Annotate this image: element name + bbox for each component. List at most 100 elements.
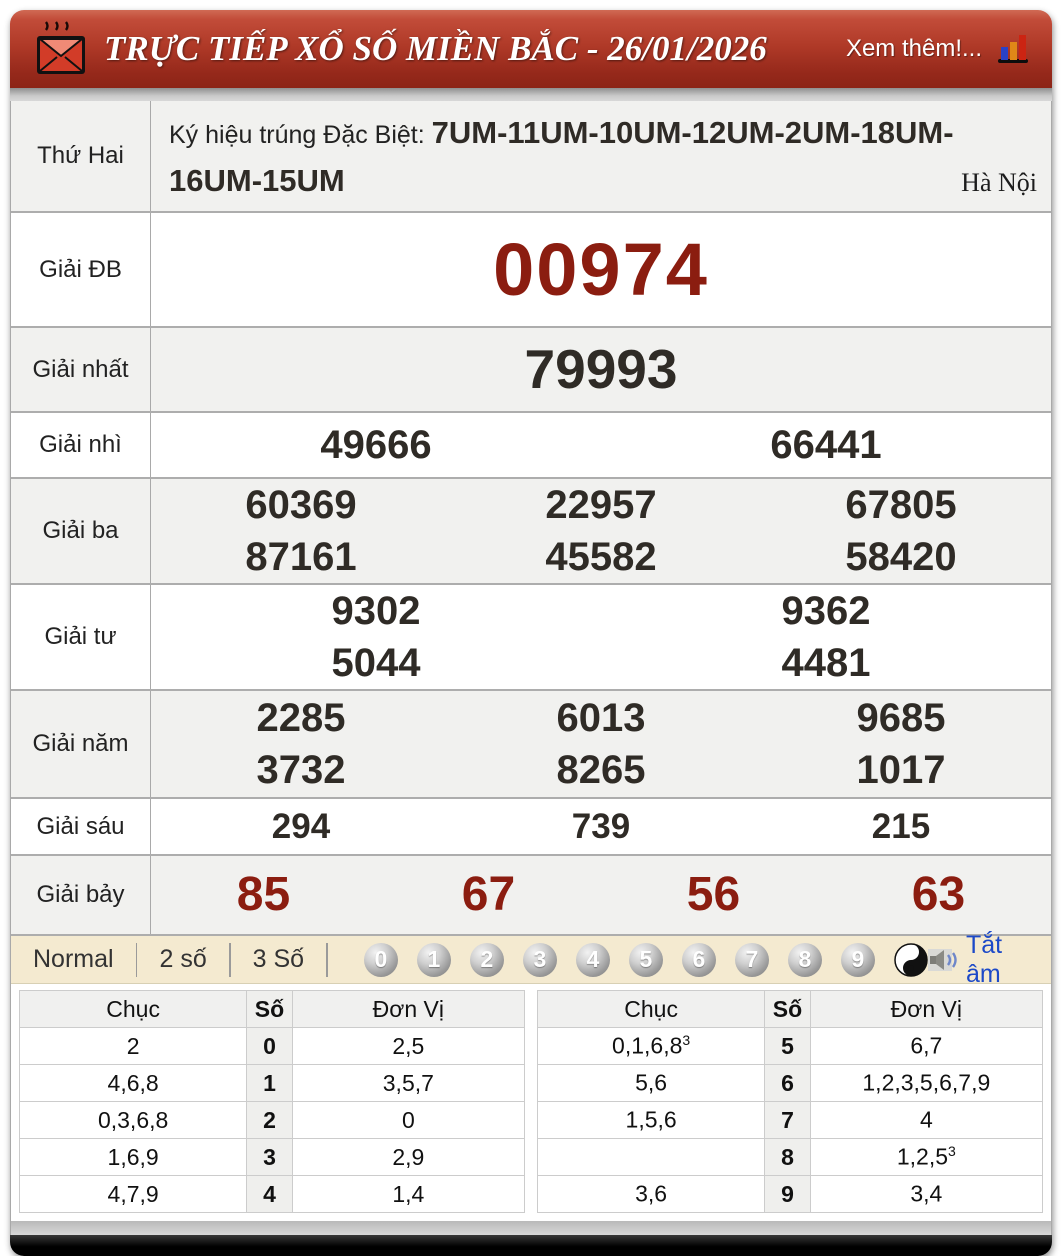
draw-info-row: Thứ Hai Ký hiệu trúng Đặc Biệt: 7UM-11UM… xyxy=(11,101,1051,214)
cell-chuc: 4,6,8 xyxy=(18,1064,248,1103)
prize-number: 9685 xyxy=(856,696,946,741)
table-row: 0,1,6,83 5 6,7 xyxy=(536,1027,1044,1066)
prize-number: 58420 xyxy=(845,535,957,580)
prize-number: 87161 xyxy=(245,535,357,580)
prize-number: 79993 xyxy=(524,337,678,400)
prize-row-fifth: Giải năm 2285 6013 9685 3732 8265 1017 xyxy=(11,691,1051,800)
mute-label: Tắt âm xyxy=(965,930,1003,988)
lottery-results-widget: TRỰC TIẾP XỔ SỐ MIỀN BẮC - 26/01/2026 Xe… xyxy=(10,10,1052,1256)
ball-5[interactable]: 5 xyxy=(628,942,663,977)
see-more-link[interactable]: Xem thêm!... xyxy=(846,35,982,63)
ball-7[interactable]: 7 xyxy=(734,942,769,977)
prize-number: 66441 xyxy=(770,423,882,468)
bar-chart-icon[interactable] xyxy=(996,33,1030,65)
prize-number: 5044 xyxy=(331,641,421,686)
col-header-donvi: Đơn Vị xyxy=(291,990,526,1029)
province-label: Hà Nội xyxy=(961,167,1037,197)
cell-so: 0 xyxy=(246,1027,293,1066)
prize-label: Giải bảy xyxy=(11,856,151,935)
cell-donvi: 6,7 xyxy=(809,1027,1044,1066)
prize-row-seventh: Giải bảy 85 67 56 63 xyxy=(11,856,1051,937)
prize-number: 49666 xyxy=(320,423,432,468)
prize-row-first: Giải nhất 79993 xyxy=(11,328,1051,414)
prize-number: 00974 xyxy=(493,227,709,311)
ball-2[interactable]: 2 xyxy=(469,942,504,977)
mode-3-digit[interactable]: 3 Số xyxy=(231,945,326,974)
table-row: 4,7,9 4 1,4 xyxy=(18,1175,526,1214)
prize-label: Giải nhất xyxy=(11,328,151,412)
cell-chuc: 5,6 xyxy=(536,1064,766,1103)
prize-number: 67805 xyxy=(845,483,957,528)
digit-summary-section: Chục Số Đơn Vị 2 0 2,5 4,6,8 1 3,5,7 0,3… xyxy=(11,984,1051,1222)
prize-number: 1017 xyxy=(856,748,946,793)
digit-ball-row: 0 1 2 3 4 5 6 7 8 9 xyxy=(363,942,928,977)
table-row: 1,6,9 3 2,9 xyxy=(18,1138,526,1177)
cell-chuc: 1,6,9 xyxy=(18,1138,248,1177)
prize-number: 9302 xyxy=(331,589,421,634)
prize-number: 22957 xyxy=(545,483,657,528)
prize-number: 8265 xyxy=(556,748,646,793)
cell-donvi: 1,2,3,5,6,7,9 xyxy=(809,1064,1044,1103)
cell-so: 2 xyxy=(246,1101,293,1140)
prize-row-second: Giải nhì 49666 66441 xyxy=(11,413,1051,480)
cell-chuc: 0,1,6,83 xyxy=(536,1027,766,1066)
ball-4[interactable]: 4 xyxy=(575,942,610,977)
cell-chuc: 1,5,6 xyxy=(536,1101,766,1140)
cell-chuc: 3,6 xyxy=(536,1175,766,1214)
ball-3[interactable]: 3 xyxy=(522,942,557,977)
cell-donvi: 0 xyxy=(291,1101,526,1140)
mute-button[interactable]: Tắt âm xyxy=(927,930,1037,989)
footer-bar xyxy=(10,1235,1052,1256)
hot-mail-icon xyxy=(37,21,85,74)
header-shadow-strip xyxy=(10,88,1052,101)
yin-yang-icon[interactable] xyxy=(894,942,928,977)
footer-shadow-strip xyxy=(10,1221,1052,1236)
prize-number: 739 xyxy=(571,806,631,846)
cell-so: 7 xyxy=(764,1101,811,1140)
col-header-so: Số xyxy=(246,990,293,1029)
prize-label: Giải sáu xyxy=(11,799,151,855)
prize-number: 45582 xyxy=(545,535,657,580)
speaker-icon xyxy=(927,947,958,973)
header-bar: TRỰC TIẾP XỔ SỐ MIỀN BẮC - 26/01/2026 Xe… xyxy=(10,10,1052,88)
prize-number: 2285 xyxy=(256,696,346,741)
prize-row-special: Giải ĐB 00974 xyxy=(11,213,1051,329)
cell-chuc: 0,3,6,8 xyxy=(18,1101,248,1140)
digit-table-right: Chục Số Đơn Vị 0,1,6,83 5 6,7 5,6 6 1,2,… xyxy=(536,990,1044,1214)
cell-so: 1 xyxy=(246,1064,293,1103)
mode-2-digit[interactable]: 2 số xyxy=(137,945,228,974)
digit-table-left: Chục Số Đơn Vị 2 0 2,5 4,6,8 1 3,5,7 0,3… xyxy=(18,990,526,1214)
prize-number: 294 xyxy=(271,806,331,846)
table-row: 8 1,2,53 xyxy=(536,1138,1044,1177)
cell-chuc: 2 xyxy=(18,1027,248,1066)
table-row: 0,3,6,8 2 0 xyxy=(18,1101,526,1140)
cell-donvi: 4 xyxy=(809,1101,1044,1140)
ball-1[interactable]: 1 xyxy=(416,942,451,977)
cell-so: 6 xyxy=(764,1064,811,1103)
prize-number: 9362 xyxy=(781,589,871,634)
ball-9[interactable]: 9 xyxy=(840,942,875,977)
weekday-label: Thứ Hai xyxy=(11,101,151,212)
cell-so: 3 xyxy=(246,1138,293,1177)
table-row: 2 0 2,5 xyxy=(18,1027,526,1066)
prize-number: 3732 xyxy=(256,748,346,793)
ball-8[interactable]: 8 xyxy=(787,942,822,977)
prize-number: 60369 xyxy=(245,483,357,528)
col-header-chuc: Chục xyxy=(536,990,766,1029)
ball-0[interactable]: 0 xyxy=(363,942,398,977)
cell-donvi: 2,9 xyxy=(291,1138,526,1177)
col-header-so: Số xyxy=(764,990,811,1029)
prize-number: 6013 xyxy=(556,696,646,741)
divider xyxy=(326,942,328,977)
prize-label: Giải ĐB xyxy=(11,213,151,327)
prize-number: 67 xyxy=(461,867,516,921)
cell-so: 5 xyxy=(764,1027,811,1066)
cell-so: 4 xyxy=(246,1175,293,1214)
table-row: 3,6 9 3,4 xyxy=(536,1175,1044,1214)
prize-label: Giải ba xyxy=(11,479,151,584)
prize-row-fourth: Giải tư 9302 9362 5044 4481 xyxy=(11,585,1051,692)
mode-normal[interactable]: Normal xyxy=(11,945,136,974)
symbol-caption: Ký hiệu trúng Đặc Biệt: xyxy=(169,121,425,149)
cell-donvi: 3,4 xyxy=(809,1175,1044,1214)
ball-6[interactable]: 6 xyxy=(681,942,716,977)
